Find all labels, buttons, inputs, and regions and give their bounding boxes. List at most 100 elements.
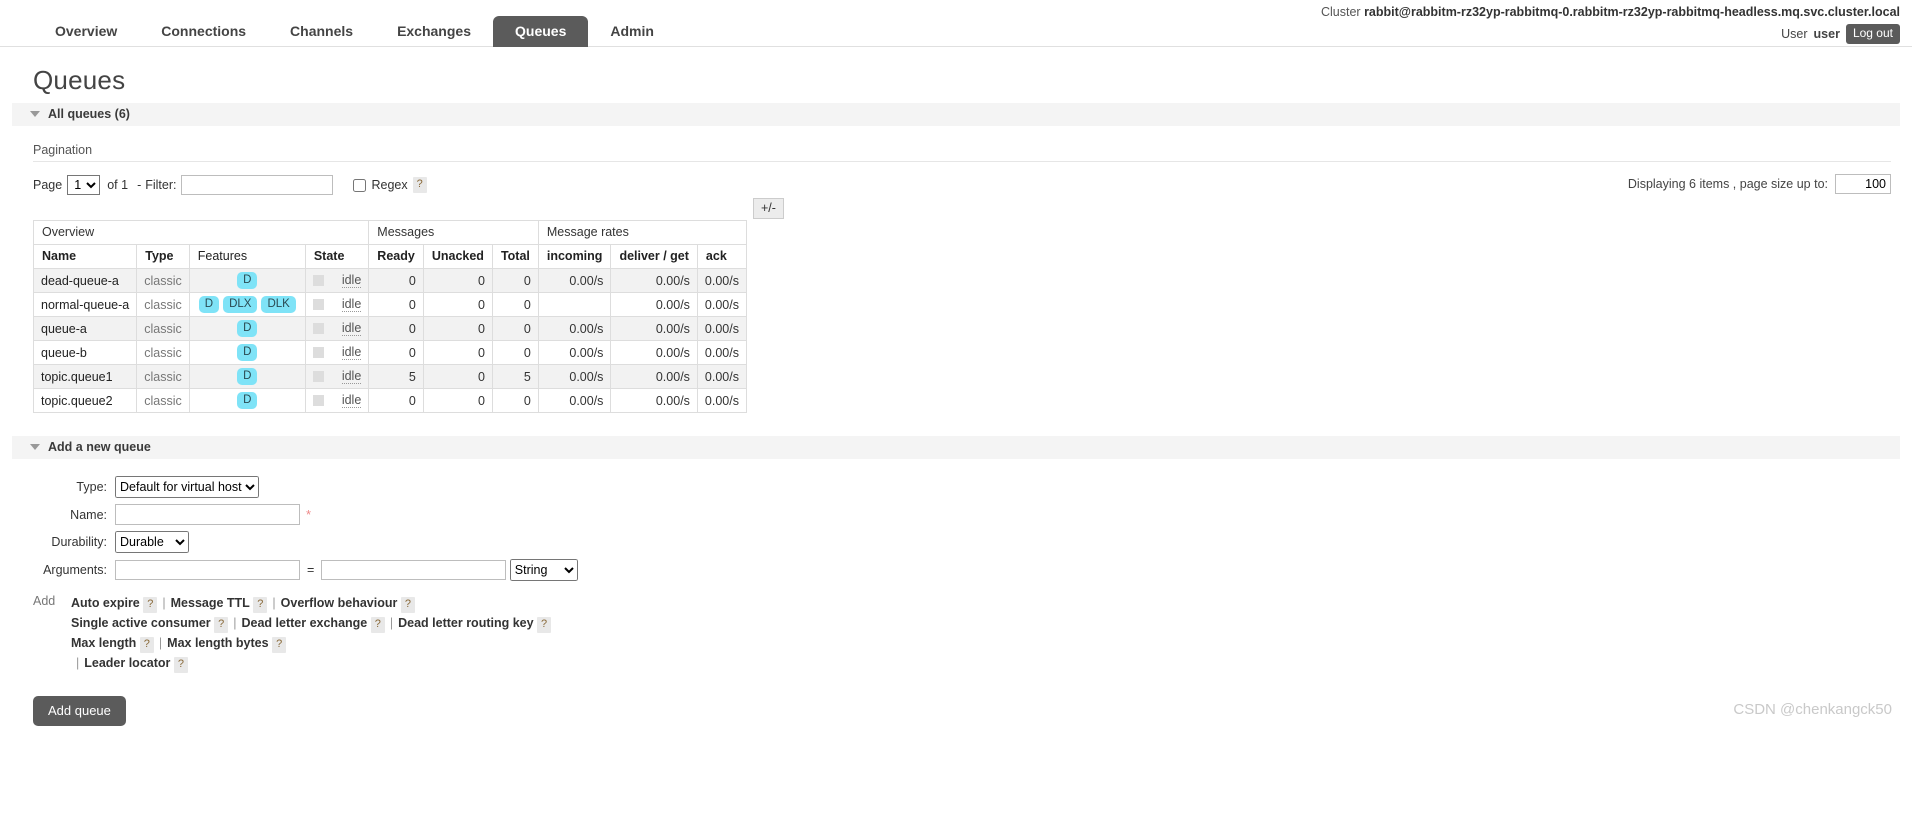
preset-message-ttl-link[interactable]: Message TTL [171,596,250,610]
argument-key-input[interactable] [115,560,300,580]
preset-message-ttl-help-icon[interactable]: ? [253,597,268,613]
preset-line: Single active consumer ? | Dead letter exc… [71,613,552,633]
feature-badge[interactable]: DLK [261,296,296,313]
all-queues-section-header[interactable]: All queues (6) [12,103,1900,126]
add-queue-label: Add a new queue [48,440,151,454]
preset-max-length-link[interactable]: Max length [71,636,136,650]
preset-leader-locator-help-icon[interactable]: ? [173,657,188,673]
preset-dead-letter-exchange-help-icon[interactable]: ? [370,617,385,633]
regex-control: Regex ? [353,177,427,193]
state-text: idle [341,321,362,336]
queue-name-link[interactable]: topic.queue2 [32,388,138,413]
feature-badge[interactable]: D [237,392,258,409]
preset-single-active-consumer-help-icon[interactable]: ? [214,617,229,633]
regex-help-icon[interactable]: ? [412,177,427,193]
preset-auto-expire-link[interactable]: Auto expire [71,596,140,610]
column-header-state[interactable]: State [304,244,370,269]
queue-type: classic [136,292,190,317]
feature-badge[interactable]: D [237,344,258,361]
preset-auto-expire-help-icon[interactable]: ? [143,597,158,613]
preset-dead-letter-exchange-link[interactable]: Dead letter exchange [242,616,368,630]
queue-unacked: 0 [422,292,493,317]
column-header-ready[interactable]: Ready [368,244,424,269]
tab-overview[interactable]: Overview [33,16,139,47]
preset-overflow-behaviour-help-icon[interactable]: ? [400,597,415,613]
column-header-unacked[interactable]: Unacked [422,244,493,269]
state-text: idle [341,369,362,384]
preset-max-length-bytes-help-icon[interactable]: ? [272,637,287,653]
add-queue-section-header[interactable]: Add a new queue [12,436,1900,459]
preset-single-active-consumer-link[interactable]: Single active consumer [71,616,211,630]
feature-badge[interactable]: D [237,320,258,337]
queues-table: Overview Messages Message rates Name Type Fe… [32,220,747,413]
table-row: topic.queue1 classic Didle 5 0 5 0.00/s 0.00/s 0… [32,364,747,389]
state-text: idle [341,393,362,408]
queue-name-link[interactable]: queue-a [32,316,138,341]
column-header-ack[interactable]: ack [696,244,747,269]
queue-state: idle [304,268,370,293]
preset-dead-letter-routing-key-help-icon[interactable]: ? [537,617,552,633]
feature-badge[interactable]: D [237,272,258,289]
queue-ack: 0.00/s [696,340,747,365]
feature-badge[interactable]: DLX [223,296,258,313]
durability-select[interactable]: DurableTransient [115,531,189,553]
queue-name-input[interactable] [115,504,300,525]
user-info: User user Log out [1781,24,1900,44]
add-queue-button[interactable]: Add queue [33,696,126,726]
queue-type: classic [136,316,190,341]
page-select[interactable]: 1 [67,175,101,195]
column-header-name[interactable]: Name [32,244,138,269]
column-header-type[interactable]: Type [136,244,190,269]
argument-type-select[interactable]: StringNumberBooleanList [509,559,578,581]
feature-badge[interactable]: D [237,368,258,385]
queue-name-link[interactable]: dead-queue-a [32,268,138,293]
displaying-summary: Displaying 6 items , page size up to: [1628,174,1891,194]
preset-line: | Leader locator ? [71,653,551,673]
preset-leader-locator-link[interactable]: Leader locator [84,656,170,670]
queue-total: 0 [491,340,539,365]
tab-connections[interactable]: Connections [139,16,268,47]
queue-name-link[interactable]: queue-b [32,340,138,365]
column-header-deliver-get[interactable]: deliver / get [610,244,698,269]
column-header-total[interactable]: Total [491,244,539,269]
column-header-row: Name Type Features State Ready Unacked Total in… [32,244,747,269]
queue-state: idle [304,292,370,317]
queue-name-link[interactable]: normal-queue-a [32,292,138,317]
queue-name-link[interactable]: topic.queue1 [32,364,138,389]
state-wrapper: idle [312,273,362,288]
preset-max-length-bytes-link[interactable]: Max length bytes [167,636,268,650]
tab-queues[interactable]: Queues [493,16,589,47]
main-nav: Overview Connections Channels Exchanges Queu… [33,16,676,47]
preset-dead-letter-routing-key-link[interactable]: Dead letter routing key [398,616,533,630]
tab-admin[interactable]: Admin [588,16,676,47]
preset-separator: | [162,596,166,610]
preset-separator: | [158,636,163,650]
page-body: Queues All queues (6) Pagination Page 1 … [0,65,1912,726]
queue-ready: 0 [368,292,424,317]
preset-line: Max length ? | Max length bytes ? [71,633,551,653]
preset-overflow-behaviour-link[interactable]: Overflow behaviour [281,596,398,610]
pagination-controls: Page 1 of 1 - Filter: Regex ? Displaying… [33,172,1900,198]
column-header-features[interactable]: Features [188,244,306,269]
state-wrapper: idle [312,369,362,384]
argument-value-input[interactable] [321,560,507,580]
page-size-input[interactable] [1835,174,1891,194]
queue-deliver-get: 0.00/s [610,268,698,293]
queue-incoming: 0.00/s [537,388,612,413]
preset-max-length-help-icon[interactable]: ? [139,637,154,653]
column-header-incoming[interactable]: incoming [537,244,612,269]
regex-checkbox[interactable] [353,178,367,192]
queue-state: idle [304,388,370,413]
filter-input[interactable] [181,175,334,195]
tab-exchanges[interactable]: Exchanges [375,16,493,47]
feature-badge[interactable]: D [198,296,220,313]
queue-deliver-get: 0.00/s [610,292,698,317]
tab-channels[interactable]: Channels [268,16,375,47]
toggle-columns-button[interactable]: +/- [752,198,784,219]
queue-type: classic [136,388,190,413]
queue-type-select[interactable]: Default for virtual hostClassicQuorumStr… [115,476,259,498]
logout-button[interactable]: Log out [1845,24,1900,44]
queue-features: D DLX DLK [188,292,306,317]
queue-total: 0 [491,268,539,293]
queue-unacked: 0 [422,268,493,293]
